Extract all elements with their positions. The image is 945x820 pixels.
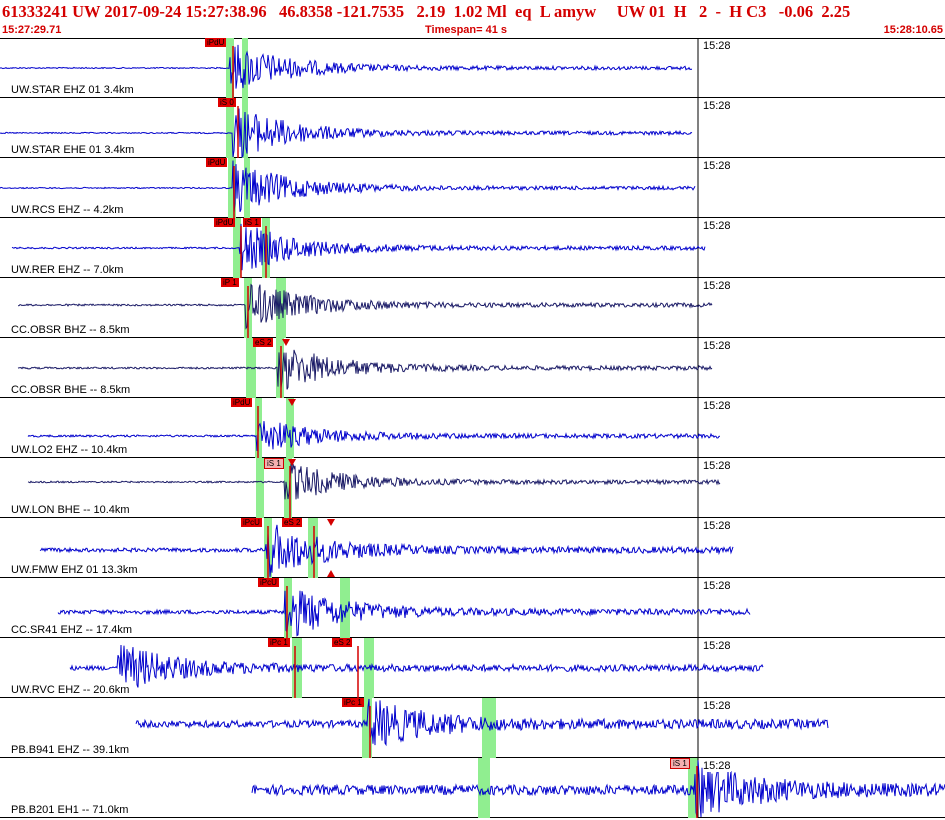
station-channel-label: PB.B201 EH1 -- 71.0km xyxy=(11,804,129,816)
trace-panel[interactable]: iS 1 15:28 UW.LON BHE -- 10.4km xyxy=(0,458,945,518)
timespan-label: Timespan= 41 s xyxy=(425,24,508,36)
pick-window xyxy=(242,38,248,98)
pick-label[interactable]: eS 2 xyxy=(253,338,274,347)
pick-label[interactable]: iPdU xyxy=(214,218,236,227)
pick-label[interactable]: iS 1 xyxy=(243,218,261,227)
pick-label[interactable]: iPcU xyxy=(258,578,279,587)
triangle-down-icon xyxy=(327,519,335,526)
pick-label[interactable]: iPdU xyxy=(231,398,253,407)
trace-plot xyxy=(27,398,721,458)
station-channel-label: UW.LO2 EHZ -- 10.4km xyxy=(11,444,128,456)
trace-plot xyxy=(27,458,721,518)
trace-plot xyxy=(17,338,713,398)
trace-plot xyxy=(0,38,699,98)
pick-label[interactable]: iS 1 xyxy=(670,758,690,769)
trace-panel[interactable]: iPdU 15:28 UW.LO2 EHZ -- 10.4km xyxy=(0,398,945,458)
trace-panel[interactable]: iPdU 15:28 UW.RCS EHZ -- 4.2km xyxy=(0,158,945,218)
triangle-up-icon xyxy=(327,570,335,577)
trace-plot xyxy=(251,758,945,818)
time-tick-label: 15:28 xyxy=(703,340,731,352)
seismic-waveform xyxy=(39,524,734,577)
time-tick-label: 15:28 xyxy=(703,520,731,532)
trace-plot xyxy=(69,638,764,698)
pick-label[interactable]: iS 0 xyxy=(218,98,236,107)
trace-panel[interactable]: iPdU iS 1 15:28 UW.RER EHZ -- 7.0km xyxy=(0,218,945,278)
pick-window xyxy=(256,458,264,518)
seismic-waveform xyxy=(0,44,693,89)
event-header: 61333241 UW 2017-09-24 15:27:38.96 46.83… xyxy=(0,0,945,39)
station-channel-label: UW.LON BHE -- 10.4km xyxy=(11,504,130,516)
trace-panel[interactable]: iPcU eS 2 15:28 UW.FMW EHZ 01 13.3km xyxy=(0,518,945,578)
seismic-waveform xyxy=(251,760,945,818)
trace-panel[interactable]: iPc 1 eS 2 15:28 UW.RVC EHZ -- 20.6km xyxy=(0,638,945,698)
pick-label[interactable]: iPcU xyxy=(241,518,262,527)
seismogram-panel-area[interactable]: iPdU 15:28 UW.STAR EHZ 01 3.4km iS 0 15:28 UW… xyxy=(0,38,945,820)
time-tick-label: 15:28 xyxy=(703,220,731,232)
station-channel-label: UW.RCS EHZ -- 4.2km xyxy=(11,204,124,216)
time-tick-label: 15:28 xyxy=(703,100,731,112)
time-tick-label: 15:28 xyxy=(703,640,731,652)
time-tick-label: 15:28 xyxy=(703,760,731,772)
pick-label[interactable]: eS 2 xyxy=(332,638,353,647)
station-channel-label: UW.STAR EHE 01 3.4km xyxy=(11,144,135,156)
pick-label[interactable]: iPc 1 xyxy=(268,638,290,647)
time-tick-label: 15:28 xyxy=(703,460,731,472)
station-channel-label: UW.RVC EHZ -- 20.6km xyxy=(11,684,130,696)
time-tick-label: 15:28 xyxy=(703,40,731,52)
trace-plot xyxy=(57,578,751,638)
station-channel-label: CC.OBSR BHE -- 8.5km xyxy=(11,384,131,396)
pick-label[interactable]: eS 2 xyxy=(282,518,303,527)
time-tick-label: 15:28 xyxy=(703,580,731,592)
end-time-label: 15:28:10.65 xyxy=(883,24,943,36)
trace-plot xyxy=(39,518,734,578)
seismic-waveform xyxy=(57,590,751,637)
time-tick-label: 15:28 xyxy=(703,400,731,412)
station-channel-label: CC.SR41 EHZ -- 17.4km xyxy=(11,624,133,636)
trace-panel[interactable]: iPc 1 15:28 PB.B941 EHZ -- 39.1km xyxy=(0,698,945,758)
trace-panel[interactable]: iS 0 15:28 UW.STAR EHE 01 3.4km xyxy=(0,98,945,159)
seismic-waveform xyxy=(27,421,721,452)
start-time-label: 15:27:29.71 xyxy=(2,24,62,36)
seismic-waveform xyxy=(27,463,721,500)
seismic-waveform xyxy=(69,644,764,688)
pick-label[interactable]: iPdU xyxy=(206,158,228,167)
trace-plot xyxy=(11,218,706,278)
station-channel-label: PB.B941 EHZ -- 39.1km xyxy=(11,744,129,756)
trace-plot xyxy=(0,158,699,218)
pick-label[interactable]: iPc 1 xyxy=(342,698,364,707)
trace-plot xyxy=(135,698,829,758)
seismic-waveform xyxy=(17,283,713,330)
time-tick-label: 15:28 xyxy=(703,160,731,172)
event-summary-line: 61333241 UW 2017-09-24 15:27:38.96 46.83… xyxy=(2,2,851,21)
trace-plot xyxy=(0,98,699,159)
time-tick-label: 15:28 xyxy=(703,700,731,712)
pick-label[interactable]: iPdU xyxy=(205,38,227,47)
trace-panel[interactable]: eS 2 15:28 CC.OBSR BHE -- 8.5km xyxy=(0,338,945,398)
pick-label[interactable]: iS 1 xyxy=(264,458,284,469)
time-tick-label: 15:28 xyxy=(703,280,731,292)
trace-panel[interactable]: iPdU 15:28 UW.STAR EHZ 01 3.4km xyxy=(0,38,945,98)
station-channel-label: UW.FMW EHZ 01 13.3km xyxy=(11,564,138,576)
station-channel-label: UW.RER EHZ -- 7.0km xyxy=(11,264,124,276)
trace-panel[interactable]: iS 1 15:28 PB.B201 EH1 -- 71.0km xyxy=(0,758,945,818)
pick-label[interactable]: iP 1 xyxy=(221,278,239,287)
station-channel-label: CC.OBSR BHZ -- 8.5km xyxy=(11,324,130,336)
station-channel-label: UW.STAR EHZ 01 3.4km xyxy=(11,84,134,96)
trace-panel[interactable]: iPcU 15:28 CC.SR41 EHZ -- 17.4km xyxy=(0,578,945,638)
trace-panel[interactable]: iP 1 15:28 CC.OBSR BHZ -- 8.5km xyxy=(0,278,945,338)
trace-plot xyxy=(17,278,713,338)
